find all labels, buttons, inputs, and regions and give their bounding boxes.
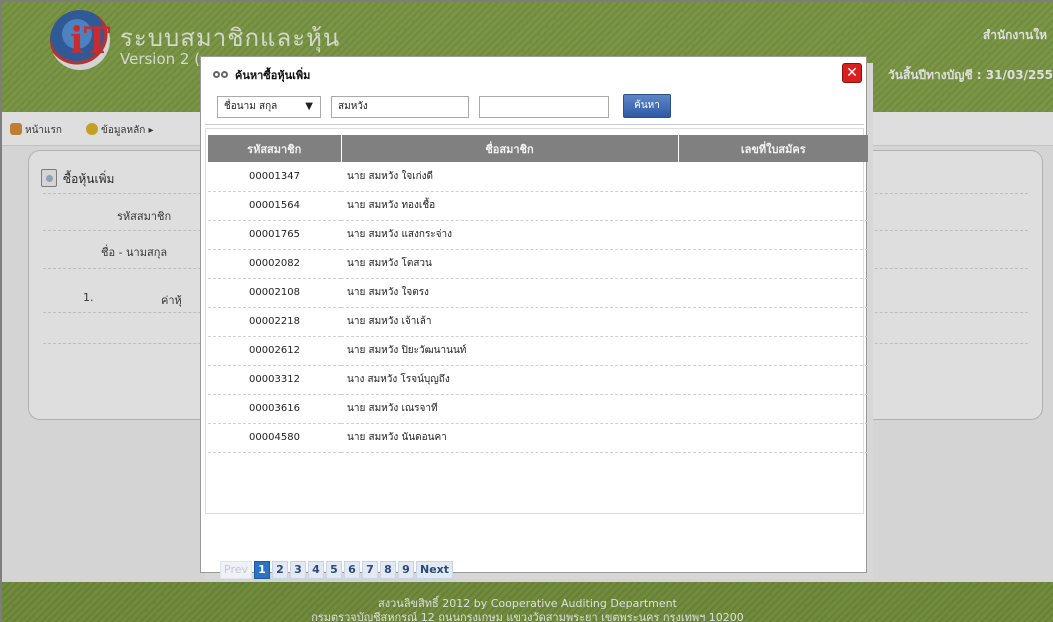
pager-page-3[interactable]: 3 <box>290 561 306 579</box>
cell-member-name: นาย สมหวัง ปิยะวัฒนานนท์ <box>341 336 678 366</box>
col-application-no: เลขที่ใบสมัคร <box>678 135 868 162</box>
cell-member-name: นาย สมหวัง แสงกระจ่าง <box>341 220 678 250</box>
cell-member-id: 00002612 <box>208 336 341 366</box>
table-row[interactable]: 00002082 นาย สมหวัง โตสวน <box>208 249 868 279</box>
cell-application-no <box>678 423 868 453</box>
table-row[interactable]: 00001347 นาย สมหวัง ใจเก่งดี <box>208 162 868 192</box>
cell-member-name: นาย สมหวัง นันดอนคา <box>341 423 678 453</box>
cell-member-id: 00002082 <box>208 249 341 279</box>
cell-application-no <box>678 394 868 424</box>
cell-member-id: 00004580 <box>208 423 341 453</box>
cell-application-no <box>678 278 868 308</box>
table-row[interactable]: 00001564 นาย สมหวัง ทองเชื้อ <box>208 191 868 221</box>
pager-page-7[interactable]: 7 <box>362 561 378 579</box>
pager-page-2[interactable]: 2 <box>272 561 288 579</box>
pager-prev: Prev <box>220 561 252 579</box>
search-field-select[interactable]: ชื่อนาม สกุล ▼ <box>217 96 321 118</box>
search-button[interactable]: ค้นหา <box>623 94 671 118</box>
results-table: รหัสสมาชิก ชื่อสมาชิก เลขที่ใบสมัคร 0000… <box>208 135 868 453</box>
cell-application-no <box>678 191 868 221</box>
search-bar: ชื่อนาม สกุล ▼ สมหวัง ค้นหา <box>205 89 864 125</box>
results-table-wrap: รหัสสมาชิก ชื่อสมาชิก เลขที่ใบสมัคร 0000… <box>205 128 868 579</box>
cell-application-no <box>678 336 868 366</box>
col-member-name: ชื่อสมาชิก <box>341 135 679 162</box>
cell-application-no <box>678 307 868 337</box>
table-row[interactable]: 00003616 นาย สมหวัง เณรจาที <box>208 394 868 424</box>
cell-member-id: 00001347 <box>208 162 341 192</box>
modal-title-text: ค้นหาซื้อหุ้นเพิ่ม <box>235 69 311 82</box>
cell-member-name: นาย สมหวัง ทองเชื้อ <box>341 191 678 221</box>
col-member-id: รหัสสมาชิก <box>208 135 342 162</box>
table-row[interactable]: 00004580 นาย สมหวัง นันดอนคา <box>208 423 868 453</box>
search-field-value: ชื่อนาม สกุล <box>224 101 278 112</box>
table-row[interactable]: 00001765 นาย สมหวัง แสงกระจ่าง <box>208 220 868 250</box>
table-row[interactable]: 00002218 นาย สมหวัง เจ้าเล้า <box>208 307 868 337</box>
search-input[interactable]: สมหวัง <box>331 96 469 118</box>
modal-title: ค้นหาซื้อหุ้นเพิ่ม <box>213 66 310 84</box>
cell-application-no <box>678 365 868 395</box>
caret-down-icon: ▼ <box>305 101 313 112</box>
pagination: Prev 1 2 3 4 5 6 7 8 9 Next <box>220 561 455 581</box>
pager-page-8[interactable]: 8 <box>380 561 396 579</box>
binoculars-icon <box>213 70 229 80</box>
cell-member-id: 00003616 <box>208 394 341 424</box>
close-icon[interactable]: ✕ <box>842 63 862 83</box>
table-row[interactable]: 00002612 นาย สมหวัง ปิยะวัฒนานนท์ <box>208 336 868 366</box>
cell-member-name: นาย สมหวัง ใจตรง <box>341 278 678 308</box>
pager-page-1[interactable]: 1 <box>254 561 270 579</box>
cell-member-id: 00002218 <box>208 307 341 337</box>
cell-application-no <box>678 220 868 250</box>
cell-member-id: 00002108 <box>208 278 341 308</box>
search-input-secondary[interactable] <box>479 96 609 118</box>
cell-member-name: นาย สมหวัง ใจเก่งดี <box>341 162 678 192</box>
cell-application-no <box>678 162 868 192</box>
cell-member-name: นาย สมหวัง โตสวน <box>341 249 678 279</box>
search-modal: ค้นหาซื้อหุ้นเพิ่ม ✕ ชื่อนาม สกุล ▼ สมหว… <box>200 56 868 579</box>
pager-page-4[interactable]: 4 <box>308 561 324 579</box>
pager-next[interactable]: Next <box>416 561 454 579</box>
cell-member-id: 00003312 <box>208 365 341 395</box>
cell-member-id: 00001765 <box>208 220 341 250</box>
pager-page-6[interactable]: 6 <box>344 561 360 579</box>
cell-application-no <box>678 249 868 279</box>
table-header-row: รหัสสมาชิก ชื่อสมาชิก เลขที่ใบสมัคร <box>208 135 868 162</box>
table-row[interactable]: 00003312 นาง สมหวัง โรจน์บุญถึง <box>208 365 868 395</box>
cell-member-name: นาย สมหวัง เจ้าเล้า <box>341 307 678 337</box>
table-row[interactable]: 00002108 นาย สมหวัง ใจตรง <box>208 278 868 308</box>
pager-page-5[interactable]: 5 <box>326 561 342 579</box>
cell-member-name: นาย สมหวัง เณรจาที <box>341 394 678 424</box>
pager-page-9[interactable]: 9 <box>398 561 414 579</box>
cell-member-name: นาง สมหวัง โรจน์บุญถึง <box>341 365 678 395</box>
cell-member-id: 00001564 <box>208 191 341 221</box>
